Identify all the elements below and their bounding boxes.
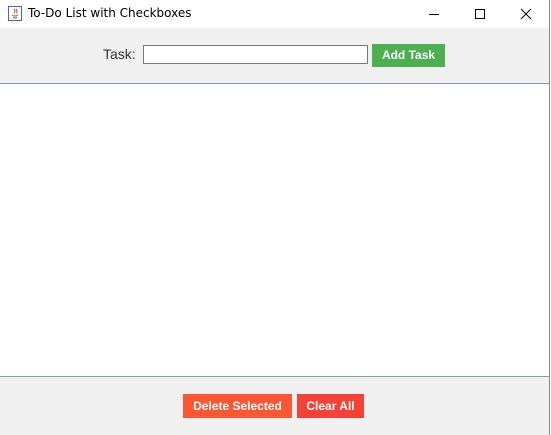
maximize-button[interactable] xyxy=(457,0,503,28)
window-title: To-Do List with Checkboxes xyxy=(28,6,192,20)
app-window: To-Do List with Checkboxes Task: Add Tas… xyxy=(0,0,550,435)
action-panel: Delete Selected Clear All xyxy=(0,376,549,435)
clear-all-button[interactable]: Clear All xyxy=(297,394,364,418)
add-task-button[interactable]: Add Task xyxy=(372,44,445,67)
minimize-icon xyxy=(429,14,439,15)
java-app-icon xyxy=(8,6,22,21)
task-entry-panel: Task: Add Task xyxy=(0,28,549,84)
title-bar[interactable]: To-Do List with Checkboxes xyxy=(0,0,549,28)
delete-selected-button[interactable]: Delete Selected xyxy=(183,394,292,418)
maximize-icon xyxy=(475,9,485,19)
task-list[interactable] xyxy=(0,84,549,376)
close-icon xyxy=(520,8,532,20)
task-input[interactable] xyxy=(143,45,368,64)
close-button[interactable] xyxy=(503,0,549,28)
task-label: Task: xyxy=(103,46,136,62)
minimize-button[interactable] xyxy=(411,0,457,28)
